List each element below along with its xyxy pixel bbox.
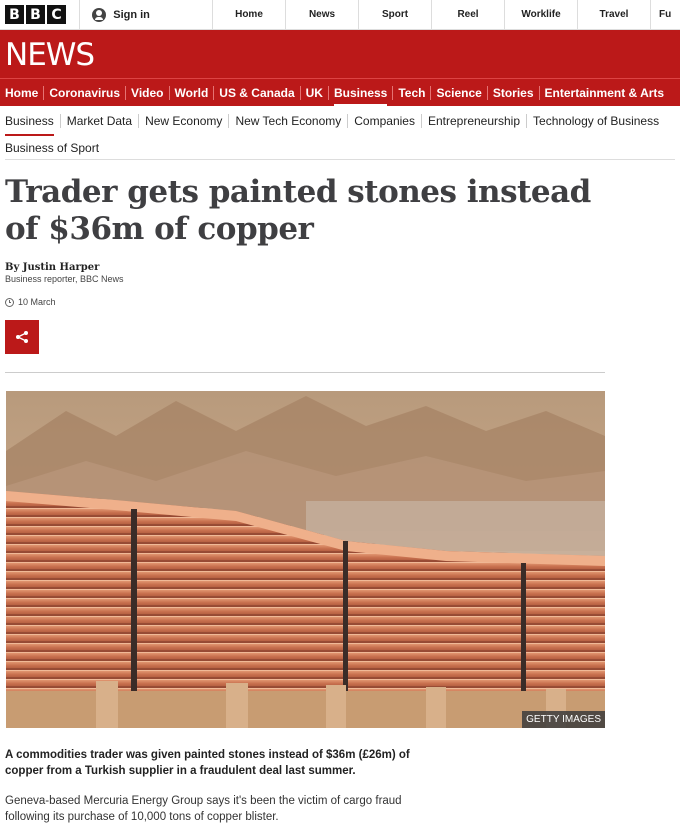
section-nav-uk[interactable]: UK [301, 85, 329, 100]
copper-photo-illustration [6, 391, 605, 728]
sub-nav-new-economy[interactable]: New Economy [139, 114, 230, 128]
section-nav-coronavirus[interactable]: Coronavirus [44, 85, 127, 100]
top-nav-reel[interactable]: Reel [431, 0, 504, 29]
section-nav-stories[interactable]: Stories [488, 85, 540, 100]
bbc-logo-letter: C [47, 5, 66, 24]
section-nav-home[interactable]: Home [5, 85, 45, 100]
divider [5, 372, 605, 373]
image-credit: GETTY IMAGES [522, 711, 605, 728]
share-icon [16, 331, 28, 343]
sign-in-label: Sign in [113, 8, 150, 21]
section-nav-us-canada[interactable]: US & Canada [214, 85, 301, 100]
sub-nav-business-of-sport[interactable]: Business of Sport [5, 141, 675, 160]
user-icon [92, 7, 107, 22]
section-nav-business[interactable]: Business [329, 85, 394, 106]
article-date: 10 March [5, 297, 56, 307]
sub-nav-business[interactable]: Business [5, 114, 61, 136]
article-paragraph: Geneva-based Mercuria Energy Group says … [5, 795, 402, 823]
sub-nav-market-data[interactable]: Market Data [61, 114, 140, 128]
top-nav-future[interactable]: Fu [650, 0, 680, 29]
sub-nav-entrepreneurship[interactable]: Entrepreneurship [422, 114, 528, 128]
news-logo[interactable]: NEWS [5, 37, 95, 73]
bbc-top-bar: B B C Sign in Home News Sport Reel Workl… [0, 0, 680, 30]
top-nav: Home News Sport Reel Worklife Travel Fu [212, 0, 680, 29]
sub-nav-technology-of-business[interactable]: Technology of Business [527, 114, 665, 128]
top-nav-news[interactable]: News [285, 0, 358, 29]
top-nav-travel[interactable]: Travel [577, 0, 650, 29]
sub-nav-new-tech-economy[interactable]: New Tech Economy [229, 114, 349, 128]
article-date-text: 10 March [18, 297, 56, 307]
section-nav: Home Coronavirus Video World US & Canada… [0, 78, 680, 106]
author-role: Business reporter, BBC News [5, 274, 124, 284]
article-image-copper-sheets: GETTY IMAGES [6, 391, 605, 728]
author-name: By Justin Harper [5, 262, 100, 273]
bbc-logo[interactable]: B B C [0, 0, 79, 29]
bbc-logo-letter: B [5, 5, 24, 24]
sub-nav-companies[interactable]: Companies [348, 114, 422, 128]
top-nav-sport[interactable]: Sport [358, 0, 431, 29]
section-nav-tech[interactable]: Tech [393, 85, 432, 100]
top-nav-worklife[interactable]: Worklife [504, 0, 577, 29]
section-nav-video[interactable]: Video [126, 85, 170, 100]
share-button[interactable] [5, 320, 39, 354]
bbc-logo-letter: B [26, 5, 45, 24]
section-nav-science[interactable]: Science [431, 85, 488, 100]
sign-in-link[interactable]: Sign in [79, 0, 212, 29]
article-headline: Trader gets painted stones instead of $3… [5, 174, 591, 247]
news-masthead: NEWS [0, 30, 680, 78]
clock-icon [5, 297, 14, 307]
section-nav-entertainment[interactable]: Entertainment & Arts [540, 86, 670, 100]
top-nav-home[interactable]: Home [212, 0, 285, 29]
article-intro: A commodities trader was given painted s… [5, 749, 410, 777]
section-nav-world[interactable]: World [170, 85, 215, 100]
business-sub-nav: Business Market Data New Economy New Tec… [0, 106, 680, 136]
